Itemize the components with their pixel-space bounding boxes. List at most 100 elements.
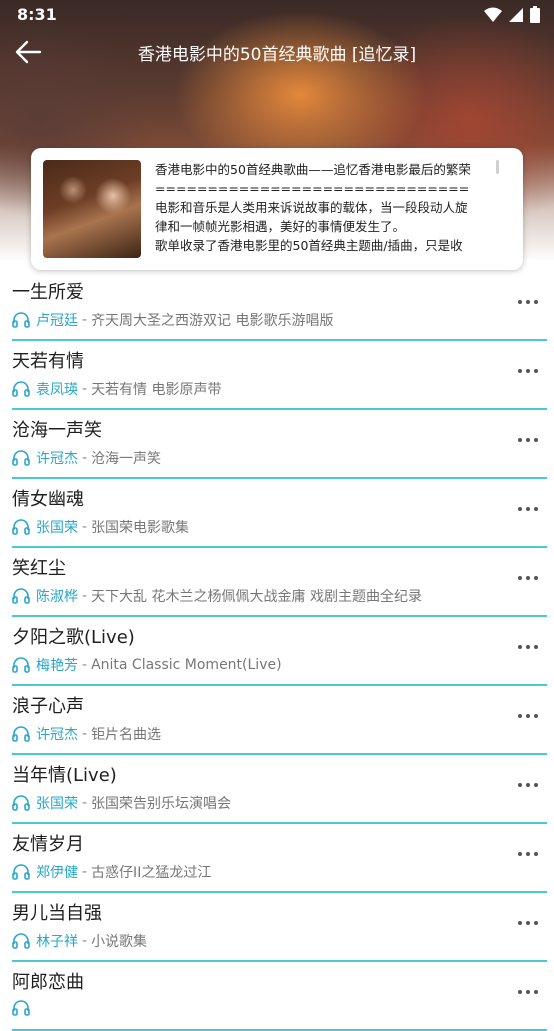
more-options-button[interactable] xyxy=(514,844,542,864)
song-row[interactable]: 友情岁月 郑伊健 - 古惑仔II之猛龙过江 xyxy=(0,824,554,893)
song-artist[interactable]: 张国荣 xyxy=(36,517,78,537)
headphone-icon xyxy=(12,933,30,949)
song-row[interactable]: 一生所爱 卢冠廷 - 齐天周大圣之西游双记 电影歌乐游唱版 xyxy=(0,272,554,341)
song-meta: 张国荣 - 张国荣告别乐坛演唱会 xyxy=(12,793,231,813)
song-artist[interactable]: 袁凤瑛 xyxy=(36,379,78,399)
song-meta: 张国荣 - 张国荣电影歌集 xyxy=(12,517,189,537)
more-options-button[interactable] xyxy=(514,982,542,1002)
meta-separator: - xyxy=(82,864,88,880)
headphone-icon xyxy=(12,381,30,397)
battery-icon xyxy=(530,6,540,23)
more-dots-icon xyxy=(518,438,538,442)
description-line: 歌单收录了香港电影里的50首经典主题曲/插曲，只是收 xyxy=(155,238,463,253)
headphone-icon xyxy=(12,450,30,466)
meta-separator: - xyxy=(82,795,88,811)
song-artist[interactable]: 陈淑桦 xyxy=(36,586,78,606)
more-dots-icon xyxy=(518,369,538,373)
song-row[interactable]: 浪子心声 许冠杰 - 钜片名曲选 xyxy=(0,686,554,755)
playlist-cover-image[interactable] xyxy=(43,160,141,258)
meta-separator: - xyxy=(82,588,88,604)
more-dots-icon xyxy=(518,714,538,718)
more-dots-icon xyxy=(518,645,538,649)
song-artist[interactable]: 许冠杰 xyxy=(36,448,78,468)
playlist-description: 香港电影中的50首经典歌曲——追忆香港电影最后的繁荣 =============… xyxy=(155,160,495,260)
song-row[interactable]: 倩女幽魂 张国荣 - 张国荣电影歌集 xyxy=(0,479,554,548)
more-options-button[interactable] xyxy=(514,499,542,519)
playlist-info-card[interactable]: 香港电影中的50首经典歌曲——追忆香港电影最后的繁荣 =============… xyxy=(31,148,523,270)
song-artist[interactable]: 许冠杰 xyxy=(36,724,78,744)
more-dots-icon xyxy=(518,576,538,580)
meta-separator: - xyxy=(82,657,88,673)
headphone-icon xyxy=(12,1000,30,1016)
description-line: 律和一帧帧光影相遇，美好的事情便发生了。 xyxy=(155,219,406,234)
song-meta: 袁凤瑛 - 天若有情 电影原声带 xyxy=(12,379,222,399)
song-album: 小说歌集 xyxy=(91,934,148,950)
meta-separator: - xyxy=(82,450,88,466)
song-meta: 梅艳芳 - Anita Classic Moment(Live) xyxy=(12,655,282,675)
song-album: 钜片名曲选 xyxy=(91,727,162,743)
song-album: Anita Classic Moment(Live) xyxy=(91,657,282,673)
song-row[interactable]: 笑红尘 陈淑桦 - 天下大乱 花木兰之杨佩佩大战金庸 戏剧主题曲全纪录 xyxy=(0,548,554,617)
signal-icon xyxy=(509,7,523,22)
more-options-button[interactable] xyxy=(514,361,542,381)
status-icons xyxy=(484,6,540,23)
headphone-icon xyxy=(12,726,30,742)
song-artist[interactable]: 郑伊健 xyxy=(36,862,78,882)
meta-separator: - xyxy=(82,312,88,328)
song-artist[interactable]: 张国荣 xyxy=(36,793,78,813)
song-artist[interactable]: 林子祥 xyxy=(36,931,78,951)
description-scrollbar[interactable] xyxy=(496,160,499,174)
more-options-button[interactable] xyxy=(514,637,542,657)
headphone-icon xyxy=(12,657,30,673)
status-bar: 8:31 xyxy=(0,0,554,30)
more-options-button[interactable] xyxy=(514,706,542,726)
song-title: 一生所爱 xyxy=(12,282,84,303)
song-meta: 许冠杰 - 沧海一声笑 xyxy=(12,448,161,468)
song-album: 张国荣电影歌集 xyxy=(91,520,190,536)
more-options-button[interactable] xyxy=(514,775,542,795)
more-dots-icon xyxy=(518,852,538,856)
song-meta: 卢冠廷 - 齐天周大圣之西游双记 电影歌乐游唱版 xyxy=(12,310,334,330)
song-row[interactable]: 当年情(Live) 张国荣 - 张国荣告别乐坛演唱会 xyxy=(0,755,554,824)
song-meta: 林子祥 - 小说歌集 xyxy=(12,931,147,951)
wifi-icon xyxy=(484,7,502,22)
more-dots-icon xyxy=(518,300,538,304)
more-dots-icon xyxy=(518,783,538,787)
song-row[interactable]: 天若有情 袁凤瑛 - 天若有情 电影原声带 xyxy=(0,341,554,410)
back-arrow-icon xyxy=(15,40,42,64)
song-meta: 许冠杰 - 钜片名曲选 xyxy=(12,724,161,744)
more-options-button[interactable] xyxy=(514,568,542,588)
song-title: 倩女幽魂 xyxy=(12,489,84,510)
more-options-button[interactable] xyxy=(514,430,542,450)
song-meta xyxy=(12,1000,44,1016)
headphone-icon xyxy=(12,519,30,535)
meta-separator: - xyxy=(82,933,88,949)
song-title: 沧海一声笑 xyxy=(12,420,102,441)
song-title: 天若有情 xyxy=(12,351,84,372)
song-row[interactable]: 沧海一声笑 许冠杰 - 沧海一声笑 xyxy=(0,410,554,479)
song-album: 齐天周大圣之西游双记 电影歌乐游唱版 xyxy=(91,313,334,329)
back-button[interactable] xyxy=(10,36,46,68)
page-title: 香港电影中的50首经典歌曲 [追忆录] xyxy=(137,45,417,65)
song-title: 男儿当自强 xyxy=(12,903,102,924)
song-title: 夕阳之歌(Live) xyxy=(12,627,135,648)
song-list: 一生所爱 卢冠廷 - 齐天周大圣之西游双记 电影歌乐游唱版 天若有情 袁凤瑛 - xyxy=(0,272,554,1031)
more-dots-icon xyxy=(518,990,538,994)
description-line: 电影和音乐是人类用来诉说故事的载体，当一段段动人旋 xyxy=(155,200,468,215)
more-options-button[interactable] xyxy=(514,292,542,312)
song-artist[interactable]: 卢冠廷 xyxy=(36,310,78,330)
status-time: 8:31 xyxy=(17,5,57,24)
description-line: 香港电影中的50首经典歌曲——追忆香港电影最后的繁荣 xyxy=(155,162,471,177)
song-album: 沧海一声笑 xyxy=(91,451,162,467)
meta-separator: - xyxy=(82,519,88,535)
song-album: 天若有情 电影原声带 xyxy=(91,382,222,398)
title-bar: 香港电影中的50首经典歌曲 [追忆录] xyxy=(0,30,554,74)
song-title: 浪子心声 xyxy=(12,696,84,717)
song-artist[interactable]: 梅艳芳 xyxy=(36,655,78,675)
song-title: 当年情(Live) xyxy=(12,765,117,786)
meta-separator: - xyxy=(82,381,88,397)
song-row[interactable]: 夕阳之歌(Live) 梅艳芳 - Anita Classic Moment(Li… xyxy=(0,617,554,686)
more-options-button[interactable] xyxy=(514,913,542,933)
song-row[interactable]: 男儿当自强 林子祥 - 小说歌集 xyxy=(0,893,554,962)
song-row[interactable]: 阿郎恋曲 xyxy=(0,962,554,1031)
